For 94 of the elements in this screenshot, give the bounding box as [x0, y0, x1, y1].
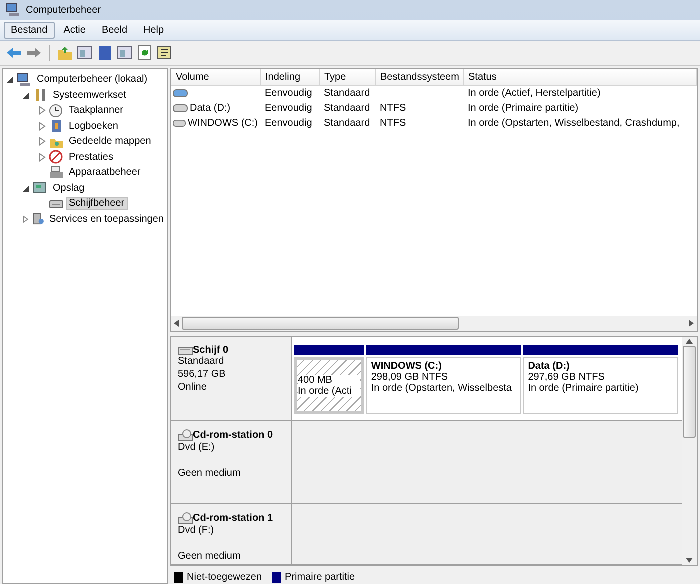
tree-item[interactable]: Opslag [50, 182, 88, 195]
disk-name: Schijf 0 [193, 345, 229, 356]
partition-bar [294, 345, 364, 355]
table-cell: WINDOWS (C:) [188, 118, 258, 129]
disk-detail: Dvd (E:) [178, 442, 216, 456]
properties-icon[interactable] [157, 45, 173, 61]
partition-block[interactable]: Data (D:) 297,69 GB NTFS In orde (Primaire partitie) [523, 357, 678, 414]
legend-label: Niet-toegewezen [187, 572, 262, 582]
menu-item[interactable]: Bestand [4, 22, 55, 38]
table-cell-text: NTFS [379, 102, 408, 116]
collapsed-arrow-icon[interactable] [38, 152, 47, 162]
scroll-right-icon[interactable] [688, 320, 694, 327]
disk-detail: Dvd (F:) [178, 525, 216, 538]
partition-size: 297,69 GB NTFS [528, 372, 606, 383]
table-cell: Data (D:) [190, 103, 231, 114]
pane-icon[interactable] [117, 45, 133, 61]
table-cell-text: Eenvoudig [264, 102, 314, 116]
collapsed-arrow-icon[interactable] [22, 214, 30, 224]
disk-detail: Geen medium [178, 551, 242, 564]
menu-item[interactable]: Beeld [94, 22, 135, 38]
disk-name: Cd-rom-station 1 [193, 513, 273, 524]
table-cell: Standaard [319, 86, 375, 101]
no-entry-icon [49, 150, 64, 164]
table-cell-text: In orde (Opstarten, Wisselbestand, Crashdump, [467, 117, 681, 131]
table-cell-text: NTFS [379, 117, 408, 131]
table-cell-text: Eenvoudig [264, 117, 314, 131]
table-cell: In orde (Actief, Herstelpartitie) [463, 86, 696, 101]
log-icon [49, 119, 64, 134]
optical-drive-icon [178, 429, 193, 442]
vertical-scrollbar[interactable] [682, 337, 697, 565]
computer-icon [6, 3, 21, 17]
column-header[interactable]: Bestandssysteem [375, 69, 463, 86]
pane-icon[interactable] [77, 45, 93, 61]
tree-item[interactable]: Apparaatbeheer [66, 166, 144, 180]
scroll-down-icon[interactable] [686, 558, 693, 563]
folder-up-icon[interactable] [57, 45, 73, 61]
tree-item[interactable]: Taakplanner [66, 104, 126, 118]
partition-block[interactable]: 400 MB In orde (Acti [294, 357, 364, 414]
table-cell: Eenvoudig [260, 86, 319, 101]
table-cell-text: Standaard [323, 117, 372, 131]
partition-status: In orde (Opstarten, Wisselbesta [371, 383, 513, 394]
partition-label: WINDOWS (C:) [371, 361, 443, 372]
optical-drive-icon [178, 512, 193, 525]
partition-block[interactable]: WINDOWS (C:) 298,09 GB NTFS In orde (Opstarten, Wisselbesta [366, 357, 522, 414]
drive-icon [173, 89, 188, 98]
scrollbar-thumb[interactable] [683, 346, 696, 438]
tree-item[interactable]: Prestaties [66, 150, 116, 164]
collapsed-arrow-icon[interactable] [38, 106, 47, 116]
tree-item[interactable]: Services en toepassingen [46, 212, 167, 226]
table-cell-text: In orde (Primaire partitie) [467, 102, 580, 116]
column-header[interactable]: Volume [171, 69, 260, 86]
tree-item[interactable]: Systeemwerkset [50, 88, 130, 102]
expanded-arrow-icon[interactable] [6, 75, 15, 84]
tree-item[interactable]: Logboeken [66, 120, 122, 133]
legend-label: Primaire partitie [285, 572, 356, 582]
services-icon [32, 212, 44, 226]
column-header[interactable]: Type [319, 69, 375, 86]
table-cell-text: Standaard [323, 102, 372, 116]
tree-item[interactable]: Schijfbeheer [66, 197, 128, 210]
window-title: Computerbeheer [26, 4, 102, 16]
disk-detail: 596,17 GB [178, 369, 227, 382]
partition-label: Data (D:) [528, 361, 571, 372]
clock-icon [49, 104, 64, 118]
storage-icon [33, 181, 48, 196]
tree-item[interactable]: Computerbeheer (lokaal) [34, 73, 151, 86]
column-header[interactable]: Status [463, 69, 696, 86]
collapsed-arrow-icon[interactable] [38, 122, 47, 131]
partition-status: In orde (Primaire partitie) [528, 383, 640, 394]
menu-item[interactable]: Actie [56, 22, 93, 38]
scrollbar-thumb[interactable] [182, 317, 459, 330]
disk-detail: Online [178, 382, 208, 395]
partition-size: 298,09 GB NTFS [371, 372, 450, 383]
printer-icon [49, 166, 64, 180]
partition-size: 400 MB [298, 374, 360, 386]
expanded-arrow-icon[interactable] [22, 90, 31, 100]
disk-detail: Geen medium [178, 468, 242, 482]
menu-item[interactable]: Help [136, 22, 172, 38]
tree-item[interactable]: Gedeelde mappen [66, 135, 154, 148]
disk-name: Cd-rom-station 0 [193, 430, 273, 442]
drive-icon [173, 104, 188, 113]
computer-icon [17, 72, 32, 87]
disk-detail: Standaard [178, 356, 226, 369]
partition-status: In orde (Acti [298, 386, 360, 397]
collapsed-arrow-icon[interactable] [38, 137, 47, 146]
scroll-up-icon[interactable] [686, 339, 693, 344]
column-header[interactable]: Indeling [260, 69, 319, 86]
expanded-arrow-icon[interactable] [22, 184, 31, 193]
drive-icon [173, 119, 186, 128]
scroll-left-icon[interactable] [174, 320, 180, 327]
refresh-icon[interactable] [137, 45, 153, 61]
back-arrow-icon[interactable] [6, 45, 22, 61]
tools-icon [33, 88, 48, 102]
forward-arrow-icon[interactable] [26, 45, 42, 61]
horizontal-scrollbar[interactable] [171, 316, 697, 331]
